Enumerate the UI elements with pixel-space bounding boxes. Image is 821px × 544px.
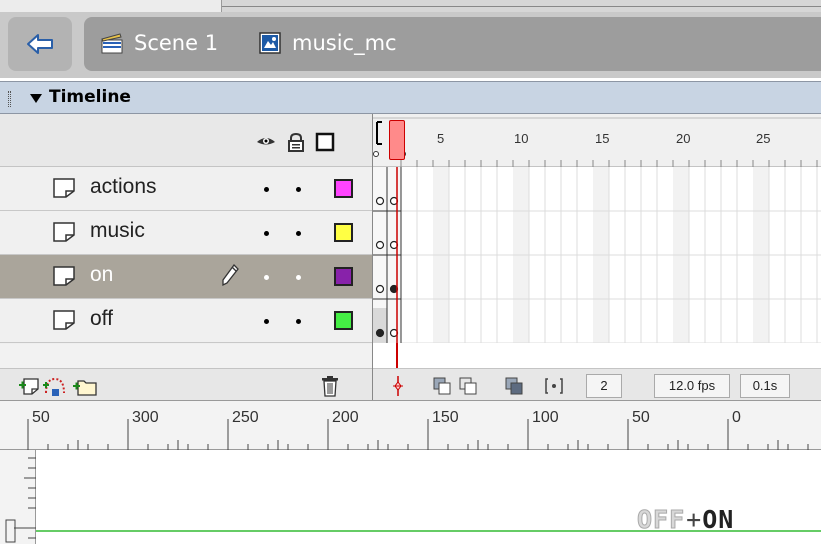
layer-icon [53,310,75,330]
visibility-dot[interactable] [264,187,269,192]
layer-icon [53,266,75,286]
ruler-label: 150 [432,409,459,426]
onion-skin-icon[interactable] [431,375,453,397]
layers-panel: actions music on off [0,114,372,400]
document-tab[interactable] [0,0,222,12]
movie-clip-icon [259,32,281,54]
breadcrumb-scene[interactable]: Scene 1 [100,27,218,59]
logo-off-text: OFF [636,505,686,535]
pencil-icon [222,264,239,287]
scene-label: Scene 1 [134,31,219,55]
lock-icon[interactable] [286,132,306,152]
ruler-label: 50 [632,409,650,426]
layers-header [0,114,372,167]
lock-dot[interactable] [296,187,301,192]
symbol-label: music_mc [292,31,397,55]
outline-color-swatch[interactable] [334,267,353,286]
visibility-dot[interactable] [264,275,269,280]
outline-color-swatch[interactable] [334,311,353,330]
document-tab-strip [0,0,821,12]
layer-row-off[interactable]: off [0,299,372,343]
layer-name[interactable]: off [90,307,113,331]
ruler-label: 0 [732,409,741,426]
clapperboard-icon [101,33,123,54]
ruler-ticks [27,419,809,451]
off-on-logo[interactable]: OFF + ON [636,505,735,535]
layer-row-on[interactable]: on [0,255,372,299]
breadcrumb-symbol[interactable]: music_mc [258,27,397,59]
tab-strip-divider [222,6,821,7]
frame-number: 25 [756,131,771,146]
frame-ruler[interactable]: 5 10 15 20 25 [373,114,821,167]
add-motion-guide-icon[interactable] [42,375,68,397]
layer-row-actions[interactable]: actions [0,167,372,211]
elapsed-time-field: 0.1s [740,374,790,398]
collapse-triangle-icon[interactable] [30,94,42,103]
edit-multiple-frames-icon[interactable] [503,375,525,397]
outline-icon[interactable] [315,132,335,152]
ruler-label: 250 [232,409,259,426]
outline-color-swatch[interactable] [334,223,353,242]
frame-rate-field[interactable]: 12.0 fps [654,374,730,398]
frame-number: 10 [514,131,529,146]
frames-grid[interactable] [373,167,821,343]
back-arrow-icon [27,34,53,54]
lock-dot[interactable] [296,319,301,324]
frames-panel: 5 10 15 20 25 2 12.0 fps 0.1s [372,114,821,400]
ruler-label: 200 [332,409,359,426]
frame-number: 15 [595,131,610,146]
timeline-toolbar: 2 12.0 fps 0.1s [373,368,821,400]
layer-icon [53,178,75,198]
logo-on-text: ON [702,505,735,534]
layer-row-music[interactable]: music [0,211,372,255]
delete-layer-icon[interactable] [320,375,340,397]
breadcrumb: Scene 1 music_mc [84,17,821,71]
vertical-ruler-ticks [5,457,36,543]
vertical-ruler [0,450,36,544]
logo-plus-text: + [686,505,702,534]
insert-layer-icon[interactable] [18,375,40,397]
timeline-panel-header[interactable]: Timeline [0,81,821,114]
center-frame-icon[interactable] [387,375,409,397]
panel-grip-icon[interactable] [8,91,11,107]
lock-dot[interactable] [296,275,301,280]
timeline-title: Timeline [49,87,131,107]
back-button[interactable] [8,17,72,71]
layer-name[interactable]: on [90,263,113,287]
layer-name[interactable]: music [90,219,145,243]
layer-icon [53,222,75,242]
layer-name[interactable]: actions [90,175,157,199]
ruler-label: 300 [132,409,159,426]
frames-empty-area [373,343,821,368]
layers-empty-area [0,344,372,368]
eye-icon[interactable] [256,132,276,152]
outline-color-swatch[interactable] [334,179,353,198]
edit-bar: Scene 1 music_mc [0,0,821,78]
visibility-dot[interactable] [264,231,269,236]
insert-folder-icon[interactable] [72,375,98,397]
playhead-line [396,343,398,368]
horizontal-ruler: 50 300 250 200 150 100 50 0 [0,400,821,451]
lock-dot[interactable] [296,231,301,236]
frames-grid-cells [373,167,821,343]
current-frame-field[interactable]: 2 [586,374,622,398]
layers-toolbar [0,368,372,400]
frame-number: 20 [676,131,691,146]
playhead[interactable] [389,120,405,160]
visibility-dot[interactable] [264,319,269,324]
ruler-label: 100 [532,409,559,426]
frame-number: 5 [437,131,445,146]
modify-onion-markers-icon[interactable] [543,375,565,397]
ruler-label: 50 [32,409,50,426]
onion-skin-outlines-icon[interactable] [457,375,479,397]
